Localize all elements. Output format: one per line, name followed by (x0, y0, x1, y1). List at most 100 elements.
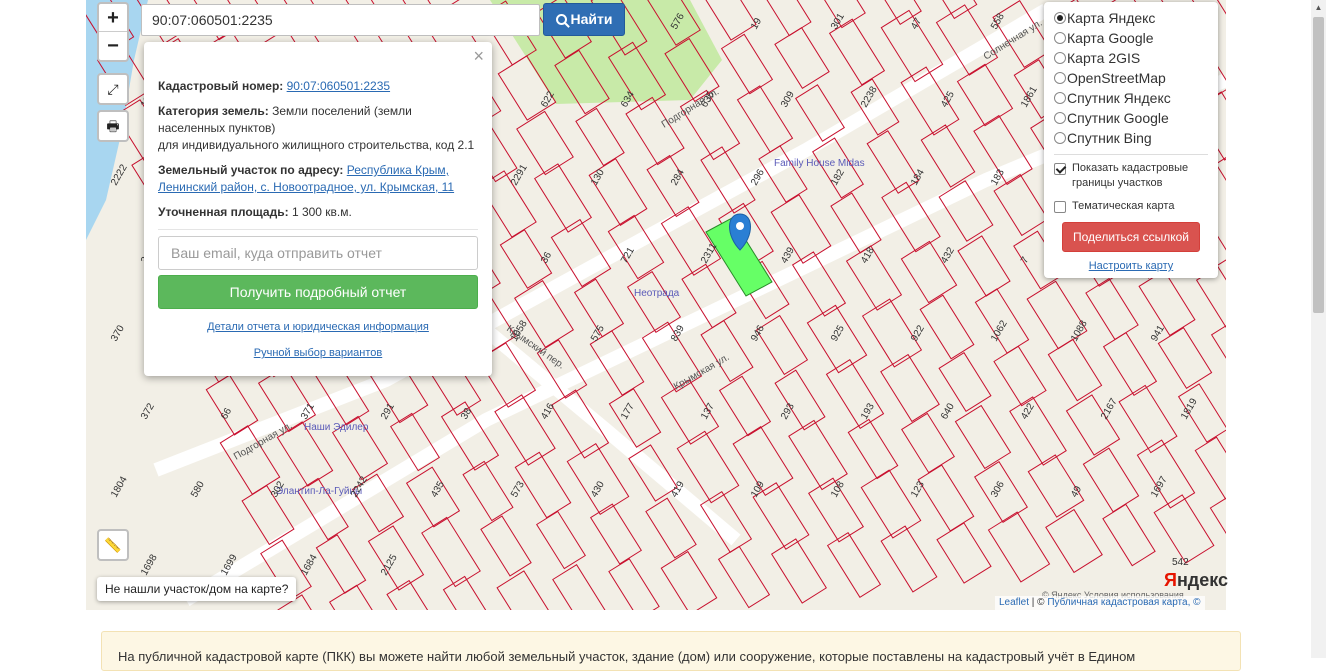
search-button-label: Найти (570, 11, 613, 27)
parcel-boundary (590, 503, 642, 565)
layer-option-label: Карта 2GIS (1067, 50, 1141, 66)
parcel-number: 418 (859, 245, 877, 265)
cadastral-number-row: Кадастровый номер: 90:07:060501:2235 (158, 79, 391, 93)
parcel-number: 309 (779, 89, 797, 109)
measure-button[interactable]: 📏 (97, 529, 129, 561)
close-icon[interactable]: × (473, 46, 484, 67)
parcel-number: 580 (189, 479, 207, 499)
parcel-number: 306 (989, 479, 1007, 499)
yandex-logo: Яндекс (1164, 570, 1229, 590)
radio-button[interactable] (1054, 112, 1066, 124)
parcel-number: 372 (139, 401, 157, 421)
layer-option[interactable]: OpenStreetMap (1054, 68, 1208, 88)
parcel-boundary (329, 584, 373, 610)
share-link-button[interactable]: Поделиться ссылкой (1062, 222, 1200, 252)
radio-button[interactable] (1054, 32, 1066, 44)
layer-option[interactable]: Карта Яндекс (1054, 8, 1208, 28)
parcel-boundary (608, 558, 660, 610)
search-input[interactable]: 90:07:060501:2235 (141, 4, 540, 36)
parcel-boundary (516, 110, 574, 176)
thematic-map-option[interactable]: Тематическая карта (1054, 199, 1208, 214)
parcel-number: 2167 (1099, 396, 1120, 421)
parcel-boundary (993, 173, 1049, 237)
area-row: Уточненная площадь: 1 300 кв.м. (158, 205, 352, 219)
layer-option[interactable]: Спутник Bing (1054, 128, 1208, 148)
parcel-boundary (788, 419, 848, 491)
parcel-number: 184 (909, 167, 927, 187)
email-field[interactable]: Ваш email, куда отправить отчет (158, 236, 478, 270)
parcel-boundary (1082, 447, 1140, 513)
parcel-boundary (536, 510, 586, 570)
parcel-number: 19 (749, 16, 764, 32)
search-button[interactable]: Найти (543, 3, 625, 36)
checkbox[interactable] (1054, 201, 1066, 213)
parcel-boundary (755, 314, 809, 376)
pkk-link[interactable]: Публичная кадастровая карта, © (1047, 597, 1200, 608)
parcel-boundary (774, 369, 826, 431)
parcel-boundary (956, 63, 1014, 127)
page-scrollbar[interactable]: ▲ (1311, 0, 1326, 658)
divider (1054, 154, 1208, 155)
parcel-boundary (566, 443, 630, 515)
configure-map-link[interactable]: Настроить карту (1089, 260, 1174, 272)
land-category-row: Категория земель: Земли поселений (земли… (158, 104, 475, 152)
report-details-link[interactable]: Детали отчета и юридическая информация (207, 321, 429, 333)
parcel-boundary (880, 525, 938, 593)
parcel-boundary (919, 294, 975, 360)
parcel-boundary (552, 564, 606, 610)
layer-option[interactable]: Спутник Яндекс (1054, 88, 1208, 108)
fullscreen-button[interactable]: ⤢ (97, 73, 129, 105)
leaflet-link[interactable]: Leaflet (999, 597, 1029, 608)
zoom-control: + − (97, 2, 129, 62)
parcel-number: 946 (749, 323, 767, 343)
parcel-boundary (534, 163, 592, 233)
radio-button[interactable] (1054, 52, 1066, 64)
radio-button[interactable] (1054, 72, 1066, 84)
get-report-button[interactable]: Получить подробный отчет (158, 275, 478, 309)
parcel-number: 439 (779, 245, 797, 265)
parcel-boundary (825, 359, 885, 429)
parcel-number: 130 (589, 167, 607, 187)
print-icon: 🖶 (106, 118, 120, 134)
parcel-number: 1698 (139, 552, 160, 577)
info-text-block: На публичной кадастровой карте (ПКК) вы … (101, 631, 1241, 671)
not-found-button[interactable]: Не нашли участок/дом на карте? (97, 577, 297, 601)
parcel-number: 109 (749, 479, 767, 499)
layer-option[interactable]: Карта Google (1054, 28, 1208, 48)
parcel-boundary (957, 235, 1011, 297)
layer-option[interactable]: Карта 2GIS (1054, 48, 1208, 68)
zoom-in-button[interactable]: + (99, 4, 127, 32)
radio-button[interactable] (1054, 132, 1066, 144)
checkbox[interactable] (1054, 163, 1066, 175)
parcel-number: 925 (829, 323, 847, 343)
parcel-number: 430 (589, 479, 607, 499)
parcel-boundary (1102, 332, 1158, 396)
parcel-boundary (462, 460, 514, 522)
zoom-out-button[interactable]: − (99, 32, 127, 60)
show-borders-option[interactable]: Показать кадастровые границы участков (1054, 161, 1208, 191)
parcel-boundary (901, 412, 955, 474)
cadastral-number-link[interactable]: 90:07:060501:2235 (287, 79, 390, 93)
poi-label: Неотрада (634, 288, 680, 299)
parcel-boundary (774, 27, 830, 89)
print-button[interactable]: 🖶 (97, 110, 129, 142)
parcel-number: 2125 (379, 552, 400, 577)
parcel-number: 7 (1019, 255, 1032, 266)
layer-option-label: Спутник Bing (1067, 130, 1152, 146)
manual-selection-link[interactable]: Ручной выбор вариантов (254, 347, 382, 359)
parcel-number: 922 (909, 323, 927, 343)
radio-button[interactable] (1054, 12, 1066, 24)
scroll-up-icon[interactable]: ▲ (1311, 0, 1326, 15)
radio-button[interactable] (1054, 92, 1066, 104)
parcel-number: 293 (779, 401, 797, 421)
poi-label: Наши Эдилер (304, 422, 369, 433)
ruler-icon: 📏 (104, 537, 122, 553)
parcel-boundary (771, 538, 827, 604)
parcel-boundary (860, 469, 922, 539)
parcel-boundary (987, 511, 1051, 583)
parcel-number: 291 (379, 401, 397, 421)
parcel-number: 284 (669, 167, 687, 187)
layer-option[interactable]: Спутник Google (1054, 108, 1208, 128)
parcel-boundary (826, 532, 882, 598)
scroll-thumb[interactable] (1313, 17, 1324, 313)
